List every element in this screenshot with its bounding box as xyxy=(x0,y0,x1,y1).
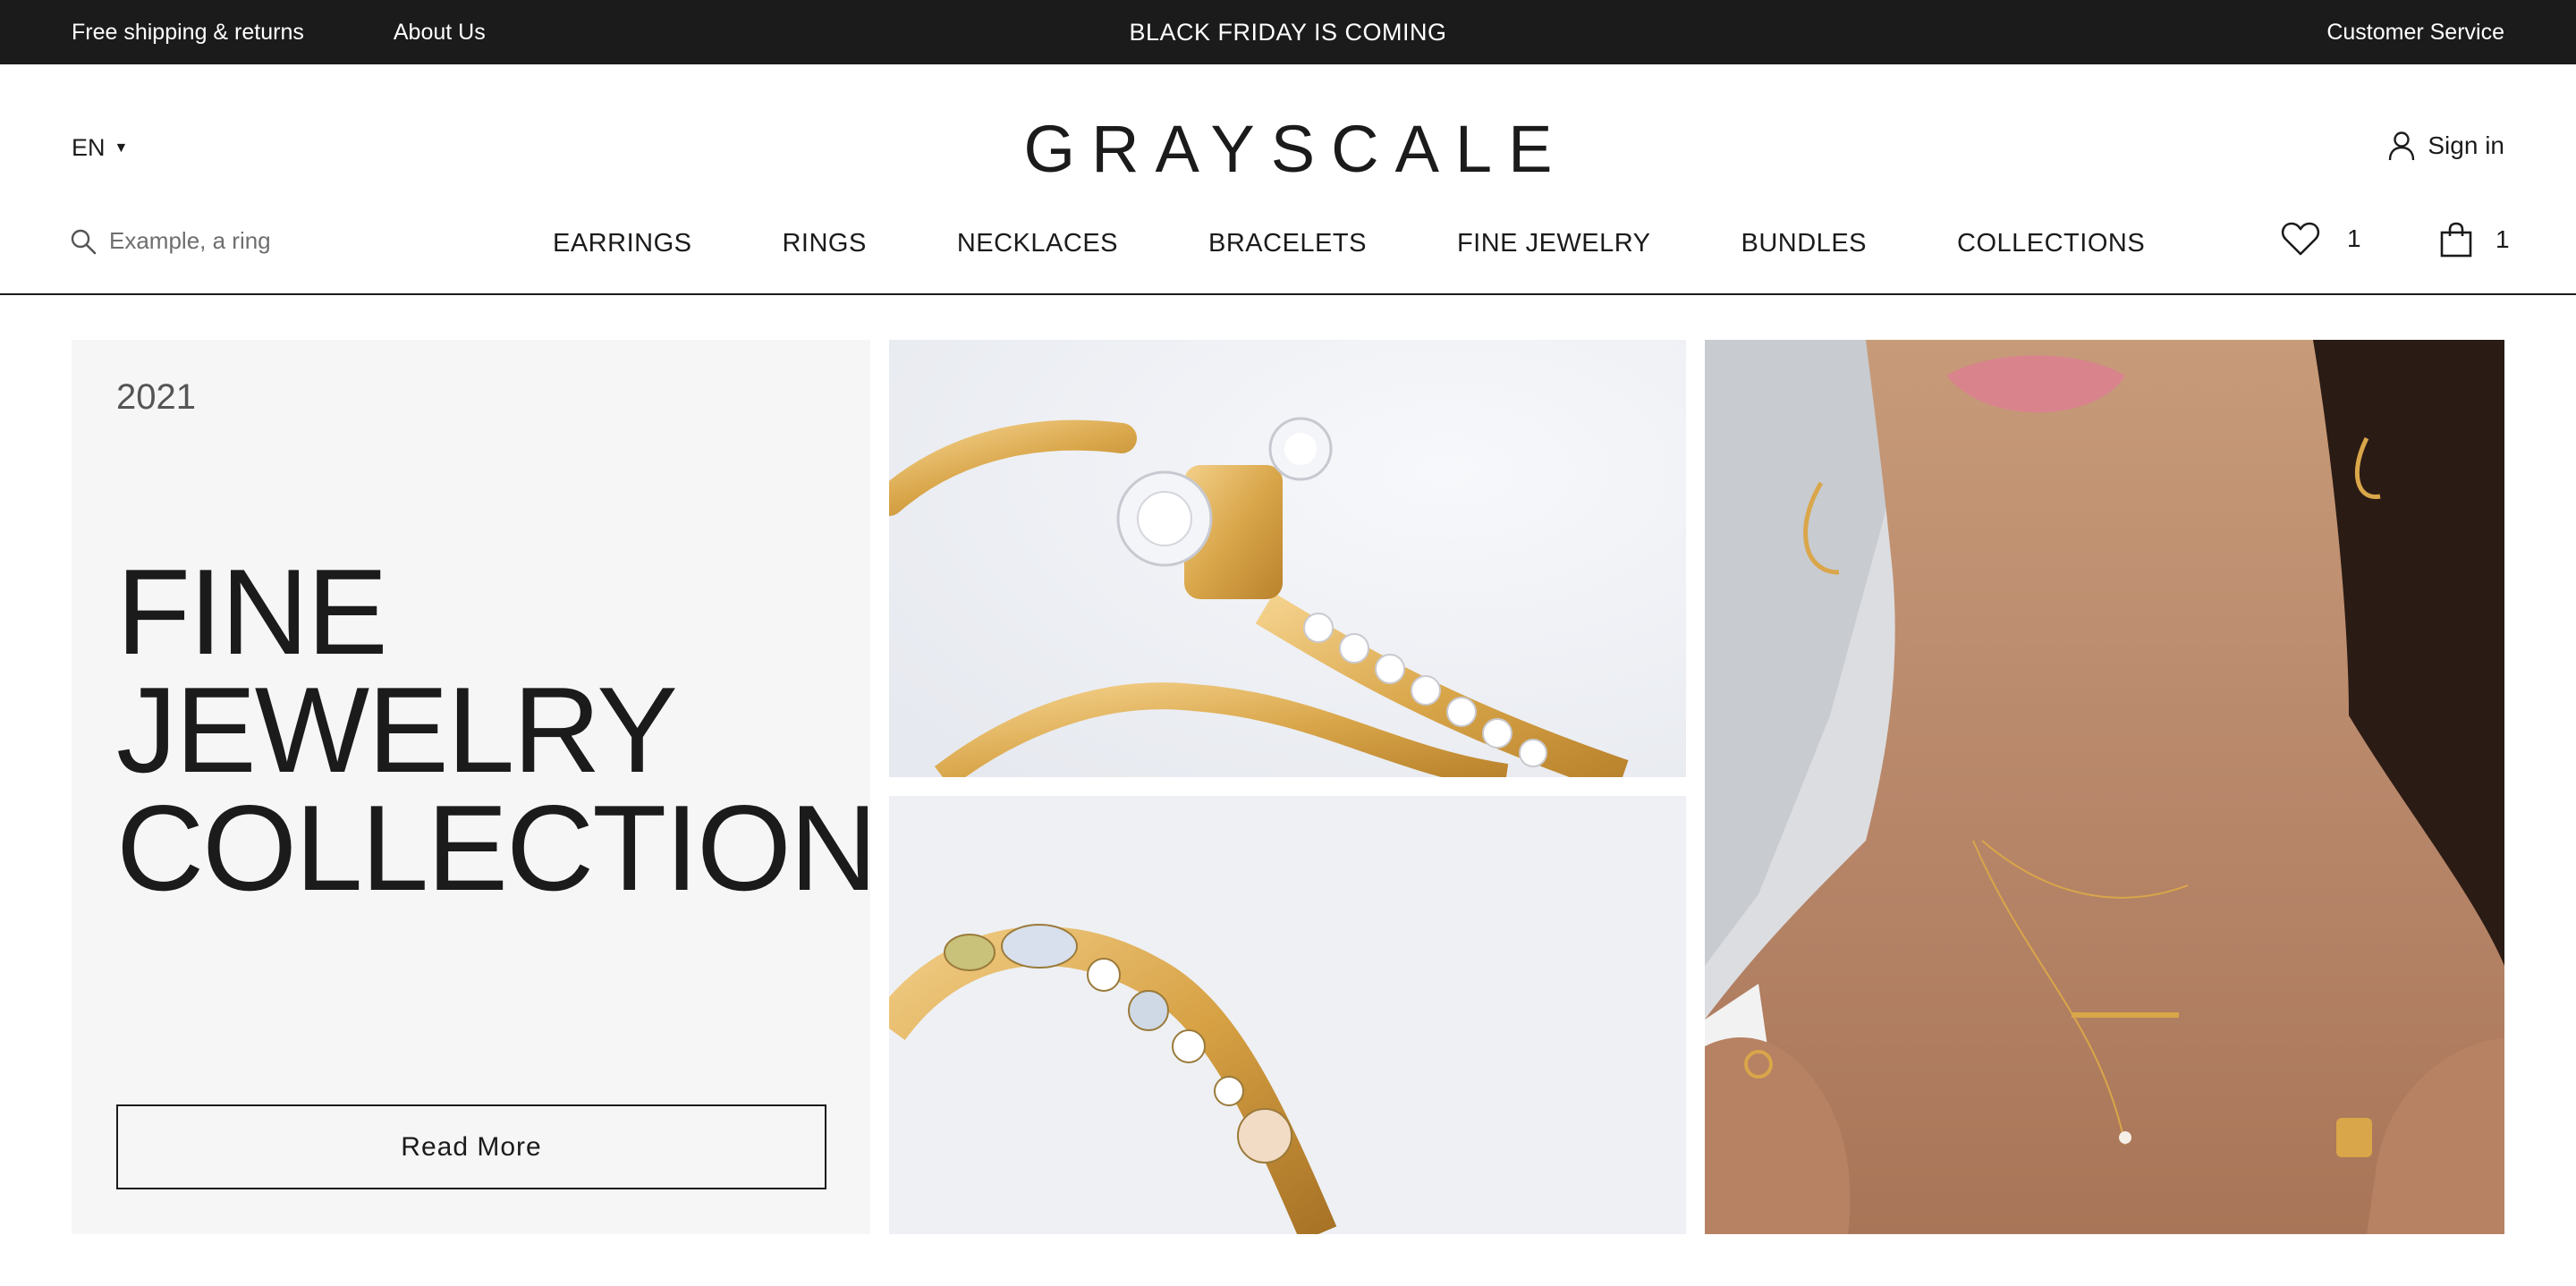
bracelet-product-image[interactable] xyxy=(889,796,1686,1234)
hero-promo-panel: 2021 FINE JEWELRY COLLECTION Read More xyxy=(72,340,877,1234)
sign-in-button[interactable]: Sign in xyxy=(2388,131,2504,161)
announcement-text: BLACK FRIDAY IS COMING xyxy=(1129,18,1447,46)
site-header: EN ▼ GRAYSCALE Sign in EARRINGS RINGS NE… xyxy=(0,64,2576,295)
shopping-bag-icon xyxy=(2440,222,2472,258)
collection-year: 2021 xyxy=(116,377,196,417)
cart-count: 1 xyxy=(2496,225,2510,253)
heart-icon xyxy=(2281,222,2320,256)
nav-item-fine-jewelry[interactable]: FINE JEWELRY xyxy=(1457,229,1651,258)
hero-headline: FINE JEWELRY COLLECTION xyxy=(116,544,877,916)
nav-item-rings[interactable]: RINGS xyxy=(782,229,866,258)
search-box[interactable] xyxy=(70,227,377,255)
wishlist-count: 1 xyxy=(2347,224,2361,252)
sign-in-label: Sign in xyxy=(2428,131,2504,159)
nav-item-necklaces[interactable]: NECKLACES xyxy=(957,229,1118,258)
headline-line-1: FINE xyxy=(116,544,388,680)
announcement-bar: Free shipping & returns About Us BLACK F… xyxy=(0,0,2576,64)
nav-item-collections[interactable]: COLLECTIONS xyxy=(1957,229,2145,258)
wishlist-button[interactable]: 1 xyxy=(2281,222,2361,256)
site-logo[interactable]: GRAYSCALE xyxy=(0,111,2576,187)
search-input[interactable] xyxy=(109,227,377,255)
customer-service-link[interactable]: Customer Service xyxy=(2326,20,2504,46)
model-wearing-jewelry-image[interactable] xyxy=(1705,340,2504,1234)
user-icon xyxy=(2388,131,2415,161)
search-icon[interactable] xyxy=(70,228,97,255)
ring-product-image[interactable] xyxy=(889,340,1686,777)
topbar-left-links: Free shipping & returns About Us xyxy=(72,0,486,64)
read-more-button[interactable]: Read More xyxy=(116,1104,826,1189)
headline-line-2: JEWELRY xyxy=(116,662,678,798)
main-nav: EARRINGS RINGS NECKLACES BRACELETS FINE … xyxy=(553,229,2145,258)
nav-item-bundles[interactable]: BUNDLES xyxy=(1741,229,1868,258)
nav-item-earrings[interactable]: EARRINGS xyxy=(553,229,691,258)
about-us-link[interactable]: About Us xyxy=(394,20,486,46)
free-shipping-link[interactable]: Free shipping & returns xyxy=(72,20,304,46)
topbar-right-links: Customer Service xyxy=(2326,0,2504,64)
headline-line-3: COLLECTION xyxy=(116,780,877,916)
nav-item-bracelets[interactable]: BRACELETS xyxy=(1208,229,1367,258)
cart-button[interactable]: 1 xyxy=(2440,222,2510,258)
